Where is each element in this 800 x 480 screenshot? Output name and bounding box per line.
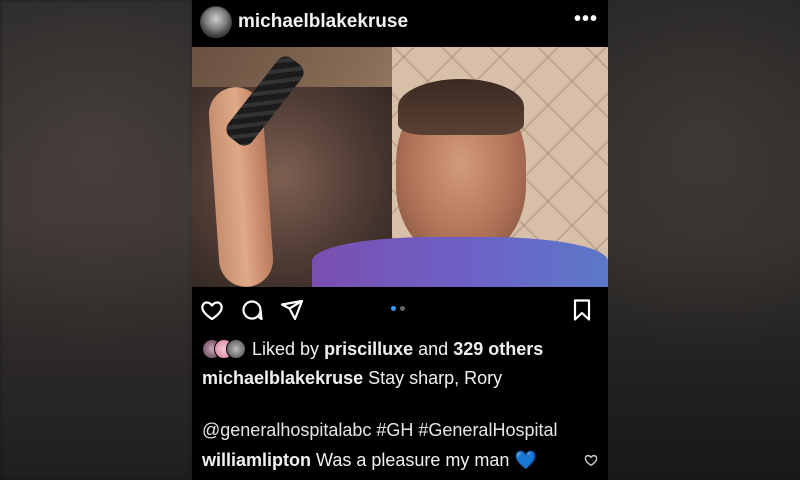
bookmark-icon[interactable] [570,298,594,322]
carousel-dot-active [391,306,396,311]
liker-avatars [202,339,246,359]
likes-prefix: Liked by [252,338,320,359]
carousel-dot [400,306,405,311]
caption-text: Stay sharp, Rory [368,368,503,388]
post-caption: michaelblakekruse Stay sharp, Rory [202,368,502,389]
comment-row: williamlipton Was a pleasure my man 💙 [202,450,537,471]
comment-like-icon[interactable] [584,453,598,467]
blurred-background-right [608,0,800,480]
caption-hashtags[interactable]: @generalhospitalabc #GH #GeneralHospital [202,420,557,441]
liker-avatar [226,339,246,359]
likes-text: Liked by priscilluxe and 329 others [252,339,543,360]
profile-avatar[interactable] [200,6,232,38]
blue-heart-emoji: 💙 [514,450,537,470]
photo-man-hair [398,79,524,135]
heart-icon[interactable] [200,298,224,322]
comment-icon[interactable] [240,298,264,322]
post-header: michaelblakekruse ••• [192,0,608,45]
likes-row[interactable]: Liked by priscilluxe and 329 others [202,338,543,360]
more-options-icon[interactable]: ••• [574,8,598,31]
instagram-post: michaelblakekruse ••• Liked by priscillu… [192,0,608,480]
share-icon[interactable] [280,298,304,322]
carousel-indicator [391,306,405,311]
likes-middle: and [418,338,449,359]
post-image[interactable] [192,47,608,287]
post-username[interactable]: michaelblakekruse [238,11,408,33]
comment-text: Was a pleasure my man [316,450,510,470]
likes-user-link[interactable]: priscilluxe [324,339,413,359]
post-action-bar [192,292,608,328]
blurred-background-left [0,0,192,480]
caption-username[interactable]: michaelblakekruse [202,368,363,388]
comment-username[interactable]: williamlipton [202,450,311,470]
photo-man-shirt [312,237,608,287]
likes-others-link[interactable]: 329 others [453,339,543,359]
